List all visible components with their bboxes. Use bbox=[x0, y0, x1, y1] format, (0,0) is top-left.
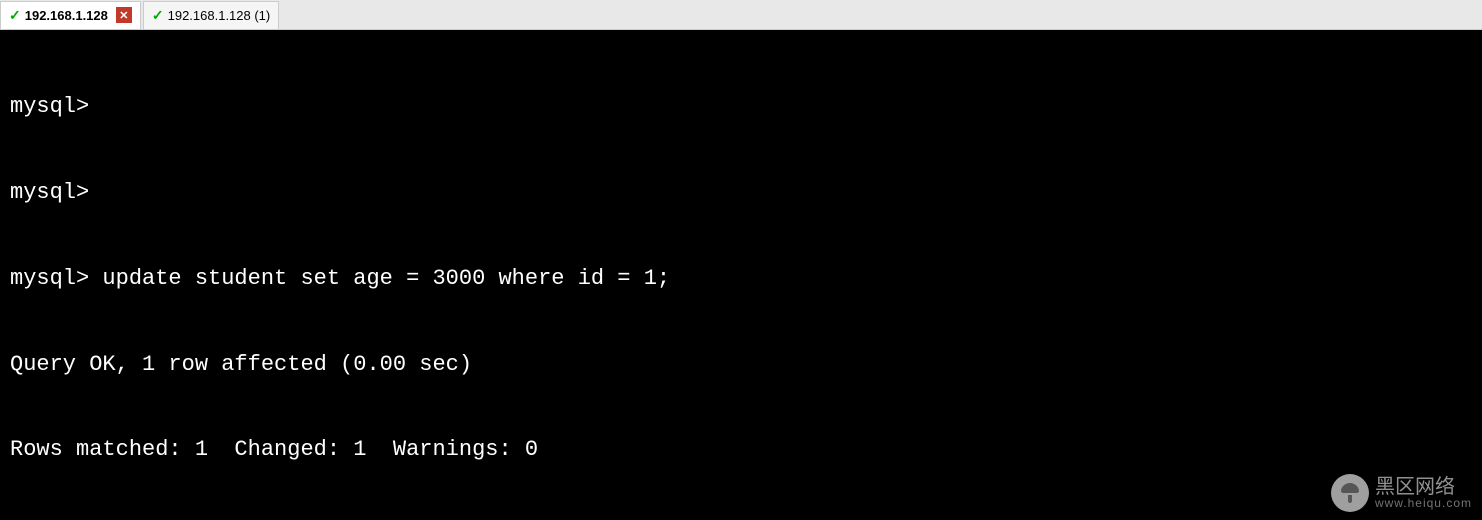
check-icon: ✓ bbox=[9, 7, 21, 24]
mushroom-icon bbox=[1331, 474, 1369, 512]
watermark: 黑区网络 www.heiqu.com bbox=[1331, 474, 1472, 512]
terminal-line: Rows matched: 1 Changed: 1 Warnings: 0 bbox=[10, 436, 1472, 465]
tab-connection-1[interactable]: ✓ 192.168.1.128 ✕ bbox=[0, 1, 141, 29]
terminal-line: Query OK, 1 row affected (0.00 sec) bbox=[10, 351, 1472, 380]
tab-connection-2[interactable]: ✓ 192.168.1.128 (1) bbox=[143, 1, 279, 29]
check-icon: ✓ bbox=[152, 7, 164, 24]
terminal-line: mysql> bbox=[10, 93, 1472, 122]
terminal-line: mysql> bbox=[10, 179, 1472, 208]
tab-label: 192.168.1.128 (1) bbox=[168, 8, 271, 23]
tab-label: 192.168.1.128 bbox=[25, 8, 108, 23]
watermark-url: www.heiqu.com bbox=[1375, 497, 1472, 509]
tab-bar: ✓ 192.168.1.128 ✕ ✓ 192.168.1.128 (1) bbox=[0, 0, 1482, 30]
close-icon[interactable]: ✕ bbox=[116, 7, 132, 23]
watermark-title: 黑区网络 bbox=[1375, 477, 1472, 497]
terminal-output[interactable]: mysql> mysql> mysql> update student set … bbox=[0, 30, 1482, 520]
terminal-line: mysql> update student set age = 3000 whe… bbox=[10, 265, 1472, 294]
watermark-text: 黑区网络 www.heiqu.com bbox=[1375, 477, 1472, 509]
